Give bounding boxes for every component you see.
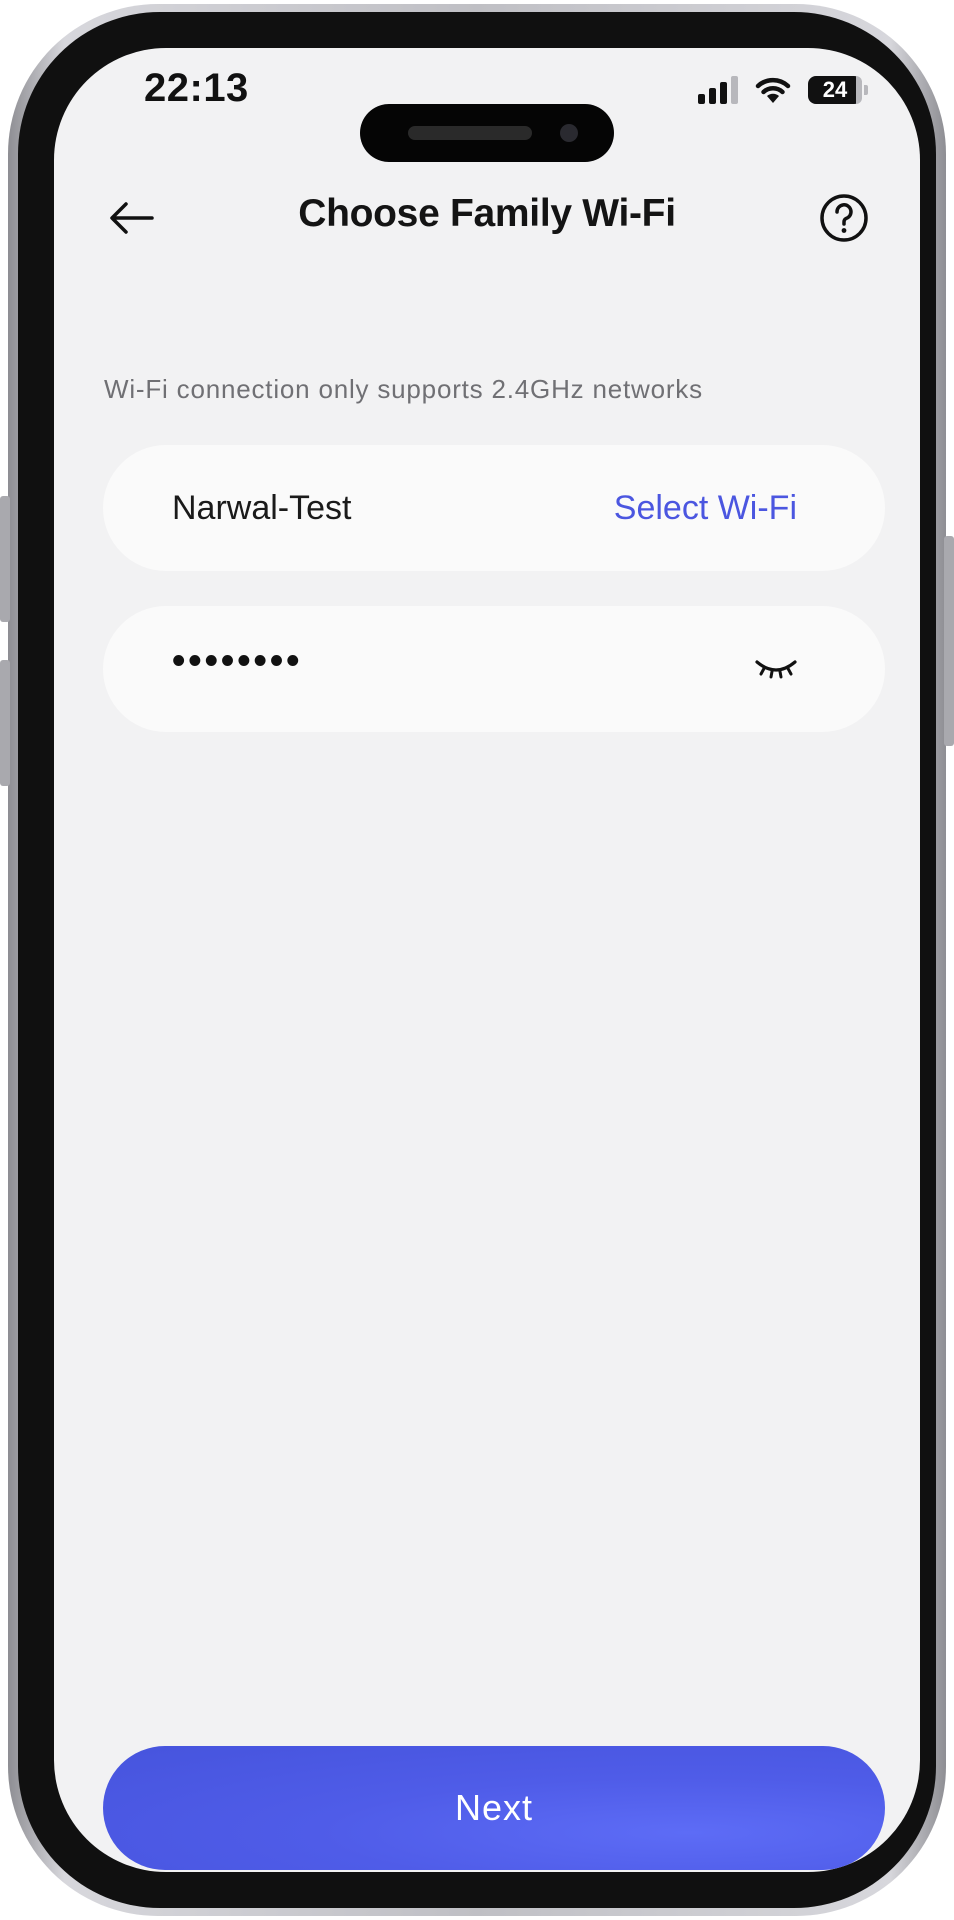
side-button-right bbox=[944, 536, 954, 746]
page-title: Choose Family Wi-Fi bbox=[298, 192, 676, 235]
app-screen: 22:13 24 Choose Family Wi-Fi Wi-Fi conne… bbox=[54, 48, 920, 1872]
arrow-left-icon bbox=[110, 202, 154, 234]
status-icons: 24 bbox=[698, 72, 868, 108]
wifi-icon bbox=[755, 77, 791, 103]
battery-icon: 24 bbox=[808, 76, 862, 104]
phone-bezel: 22:13 24 Choose Family Wi-Fi Wi-Fi conne… bbox=[18, 12, 936, 1908]
wifi-selector-row[interactable]: Narwal-Test Select Wi-Fi bbox=[103, 445, 885, 571]
password-field[interactable]: •••••••• bbox=[103, 606, 885, 732]
back-button[interactable] bbox=[104, 192, 160, 244]
side-button-left-2 bbox=[0, 660, 10, 786]
speaker-grille bbox=[408, 126, 532, 140]
next-button[interactable]: Next bbox=[103, 1746, 885, 1870]
password-value[interactable]: •••••••• bbox=[172, 640, 302, 683]
side-button-left-1 bbox=[0, 496, 10, 622]
wifi-name: Narwal-Test bbox=[172, 489, 352, 527]
password-visibility-toggle[interactable] bbox=[753, 650, 799, 686]
phone-frame: 22:13 24 Choose Family Wi-Fi Wi-Fi conne… bbox=[0, 4, 954, 1916]
cellular-signal-icon bbox=[698, 76, 738, 104]
question-circle-icon bbox=[820, 194, 868, 242]
nav-header: Choose Family Wi-Fi bbox=[54, 176, 920, 260]
status-bar: 22:13 24 bbox=[54, 48, 920, 162]
help-button[interactable] bbox=[816, 190, 872, 246]
select-wifi-link[interactable]: Select Wi-Fi bbox=[614, 489, 797, 528]
front-camera bbox=[560, 124, 578, 142]
status-time: 22:13 bbox=[144, 66, 249, 110]
eye-closed-icon bbox=[755, 660, 797, 679]
battery-level: 24 bbox=[822, 77, 848, 102]
dynamic-island bbox=[360, 104, 614, 162]
battery-indicator: 24 bbox=[808, 76, 868, 104]
network-hint: Wi-Fi connection only supports 2.4GHz ne… bbox=[104, 374, 703, 404]
